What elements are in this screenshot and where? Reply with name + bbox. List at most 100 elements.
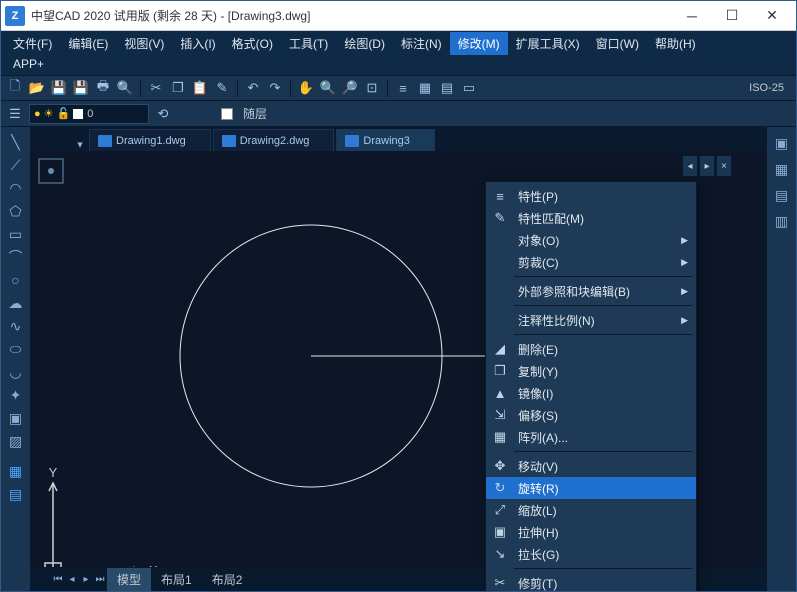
viewcube[interactable]	[31, 151, 71, 191]
palette2-icon[interactable]: ▦	[770, 157, 794, 181]
model-tab[interactable]: 模型	[107, 568, 151, 591]
menu-item-修剪T[interactable]: ✂修剪(T)	[486, 572, 696, 591]
menu-modify[interactable]: 修改(M)	[450, 32, 508, 55]
arc-icon[interactable]: ◠	[4, 177, 28, 199]
menu-item-镜像I[interactable]: ▲镜像(I)	[486, 382, 696, 404]
point-icon[interactable]: ✦	[4, 384, 28, 406]
pan-icon[interactable]: ✋	[296, 78, 316, 98]
color-box[interactable]	[221, 108, 233, 120]
menu-item-外部参照和块编辑B[interactable]: 外部参照和块编辑(B)▶	[486, 280, 696, 302]
spline-icon[interactable]: ∿	[4, 315, 28, 337]
menu-insert[interactable]: 插入(I)	[172, 32, 223, 55]
props-icon[interactable]: ≡	[393, 78, 413, 98]
doc-tab-2[interactable]: Drawing2.dwg	[213, 129, 335, 151]
zoom-icon[interactable]: 🔍	[318, 78, 338, 98]
table-icon[interactable]: ▤	[4, 483, 28, 505]
saveas-icon[interactable]: 💾	[71, 78, 91, 98]
menu-view[interactable]: 视图(V)	[116, 32, 172, 55]
print-icon[interactable]: 🖶	[93, 78, 113, 98]
color-swatch	[73, 109, 83, 119]
save-icon[interactable]: 💾	[49, 78, 69, 98]
document-tabs: ▾ Drawing1.dwg Drawing2.dwg Drawing3	[31, 127, 766, 151]
layout2-tab[interactable]: 布局2	[202, 568, 253, 591]
last-icon[interactable]: ⏭	[93, 574, 107, 585]
copy-icon[interactable]: ❐	[168, 78, 188, 98]
menu-dimension[interactable]: 标注(N)	[393, 32, 450, 55]
menu-item-旋转R[interactable]: ↻旋转(R)	[486, 477, 696, 499]
menu-item-删除E[interactable]: ◢删除(E)	[486, 338, 696, 360]
paste-icon[interactable]: 📋	[190, 78, 210, 98]
menu-tools[interactable]: 工具(T)	[281, 32, 336, 55]
menu-item-拉伸H[interactable]: ▣拉伸(H)	[486, 521, 696, 543]
calc-icon[interactable]: ▭	[459, 78, 479, 98]
palette4-icon[interactable]: ▥	[770, 209, 794, 233]
layer-name: 0	[87, 108, 93, 120]
first-icon[interactable]: ⏮	[51, 574, 65, 585]
menu-edit[interactable]: 编辑(E)	[60, 32, 116, 55]
circle-icon[interactable]: ○	[4, 269, 28, 291]
arc2-icon[interactable]: ⌒	[4, 246, 28, 268]
palette1-icon[interactable]: ▣	[770, 131, 794, 155]
preview-icon[interactable]: 🔍	[115, 78, 135, 98]
menu-item-拉长G[interactable]: ↘拉长(G)	[486, 543, 696, 565]
hatch-icon[interactable]: ▨	[4, 430, 28, 452]
palette-icon[interactable]: ▤	[437, 78, 457, 98]
polyline-icon[interactable]: ⟋	[4, 154, 28, 176]
menu-item-缩放L[interactable]: ⤢缩放(L)	[486, 499, 696, 521]
menu-format[interactable]: 格式(O)	[224, 32, 281, 55]
menu-draw[interactable]: 绘图(D)	[336, 32, 393, 55]
ellipse-icon[interactable]: ⬭	[4, 338, 28, 360]
nav-right-icon[interactable]: ▸	[699, 155, 715, 177]
menu-item-剪裁C[interactable]: 剪裁(C)▶	[486, 251, 696, 273]
menu-item-移动V[interactable]: ✥移动(V)	[486, 455, 696, 477]
block-icon[interactable]: ▣	[4, 407, 28, 429]
ellipse-arc-icon[interactable]: ◡	[4, 361, 28, 383]
bylayer-label[interactable]: 随层	[243, 105, 267, 122]
zoom-ext-icon[interactable]: 🔎	[340, 78, 360, 98]
cloud-icon[interactable]: ☁	[4, 292, 28, 314]
layer-dropdown[interactable]: ● ☀ 🔓 0	[29, 104, 149, 124]
undo-icon[interactable]: ↶	[243, 78, 263, 98]
menu-item-特性匹配M[interactable]: ✎特性匹配(M)	[486, 207, 696, 229]
rect-icon[interactable]: ▭	[4, 223, 28, 245]
close-button[interactable]: ✕	[752, 2, 792, 30]
menu-file[interactable]: 文件(F)	[5, 32, 60, 55]
tab-nav-prev[interactable]: ▾	[71, 138, 89, 151]
line-icon[interactable]: ╲	[4, 131, 28, 153]
layout1-tab[interactable]: 布局1	[151, 568, 202, 591]
doc-tab-1[interactable]: Drawing1.dwg	[89, 129, 211, 151]
menu-window[interactable]: 窗口(W)	[588, 32, 647, 55]
nav-close-icon[interactable]: ×	[716, 155, 732, 177]
menu-item-对象O[interactable]: 对象(O)▶	[486, 229, 696, 251]
menu-help[interactable]: 帮助(H)	[647, 32, 704, 55]
design-center-icon[interactable]: ▦	[415, 78, 435, 98]
menubar: 文件(F) 编辑(E) 视图(V) 插入(I) 格式(O) 工具(T) 绘图(D…	[1, 31, 796, 55]
menu-item-特性P[interactable]: ≡特性(P)	[486, 185, 696, 207]
menu-item-复制Y[interactable]: ❐复制(Y)	[486, 360, 696, 382]
zoom-win-icon[interactable]: ⊡	[362, 78, 382, 98]
sun-icon: ☀	[44, 107, 54, 120]
layer-manager-icon[interactable]: ☰	[5, 104, 25, 124]
app-plus-bar[interactable]: APP+	[1, 55, 796, 75]
palette3-icon[interactable]: ▤	[770, 183, 794, 207]
polygon-icon[interactable]: ⬠	[4, 200, 28, 222]
match-icon[interactable]: ✎	[212, 78, 232, 98]
menu-extension[interactable]: 扩展工具(X)	[508, 32, 588, 55]
cut-icon[interactable]: ✂	[146, 78, 166, 98]
next-icon[interactable]: ▸	[79, 574, 93, 585]
doc-tab-3[interactable]: Drawing3	[336, 129, 434, 151]
new-icon[interactable]: 🗋	[5, 78, 25, 98]
menu-item-阵列A[interactable]: ▦阵列(A)...	[486, 426, 696, 448]
prev-icon[interactable]: ◂	[65, 574, 79, 585]
layer-prev-icon[interactable]: ⟲	[153, 104, 173, 124]
menu-item-label: 旋转(R)	[518, 480, 688, 497]
menu-item-偏移S[interactable]: ⇲偏移(S)	[486, 404, 696, 426]
open-icon[interactable]: 📂	[27, 78, 47, 98]
minimize-button[interactable]: ─	[672, 2, 712, 30]
redo-icon[interactable]: ↷	[265, 78, 285, 98]
grid-icon[interactable]: ▦	[4, 460, 28, 482]
menu-item-注释性比例N[interactable]: 注释性比例(N)▶	[486, 309, 696, 331]
maximize-button[interactable]: ☐	[712, 2, 752, 30]
separator	[290, 79, 291, 97]
nav-left-icon[interactable]: ◂	[682, 155, 698, 177]
